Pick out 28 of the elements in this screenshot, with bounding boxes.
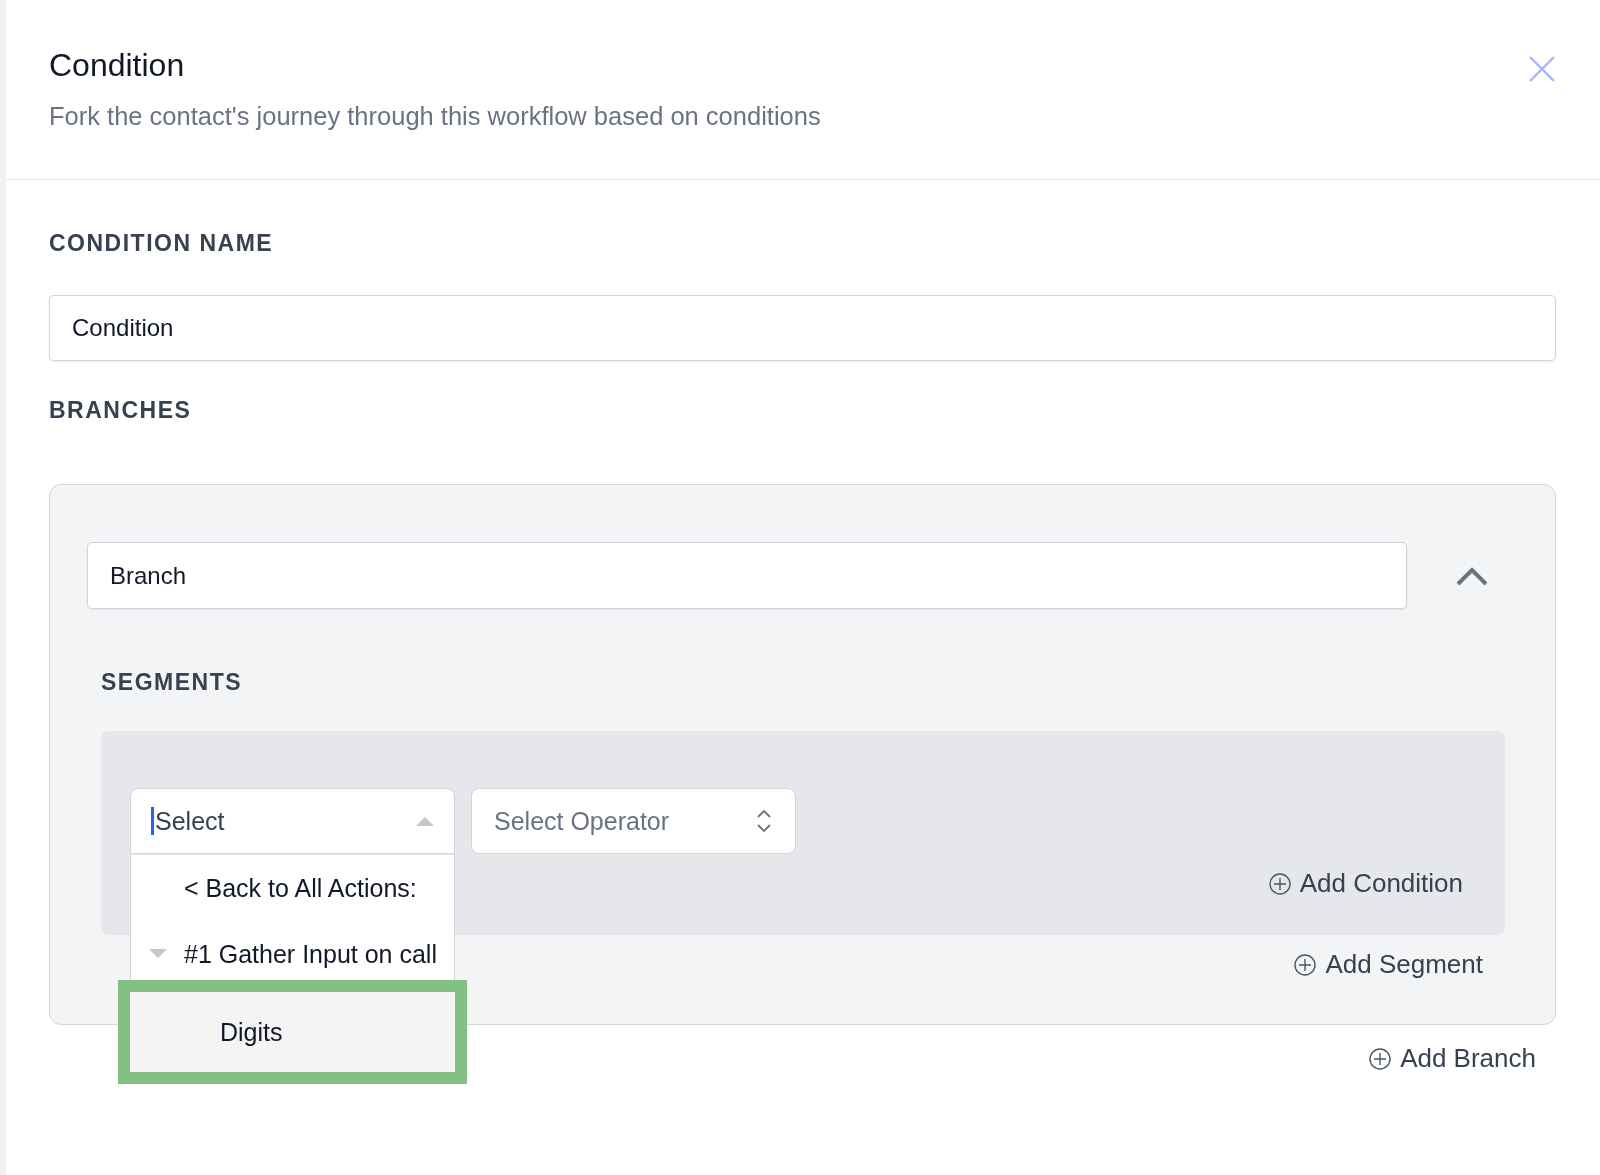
branch-name-field[interactable]: Branch xyxy=(87,542,1407,609)
triangle-down-icon xyxy=(149,949,167,959)
up-down-chevron-icon xyxy=(756,808,772,834)
plus-circle-icon xyxy=(1369,1047,1392,1070)
triangle-up-icon xyxy=(416,816,434,826)
chevron-up-icon xyxy=(1455,565,1489,586)
section-label: SEGMENTS xyxy=(101,669,244,696)
plus-circle-icon xyxy=(1294,953,1317,976)
close-icon xyxy=(1528,55,1556,83)
add-link[interactable]: Add Segment xyxy=(1294,949,1483,980)
section-label: CONDITION NAME xyxy=(49,230,275,257)
select-value: Select xyxy=(155,806,225,836)
option-label: < Back to All Actions: xyxy=(184,873,417,903)
text-cursor xyxy=(151,807,154,835)
dropdown-option[interactable]: < Back to All Actions: xyxy=(131,855,454,921)
condition-name-field[interactable]: Condition xyxy=(49,295,1556,361)
dropdown-option[interactable]: Digits xyxy=(118,980,467,1084)
section-label: BRANCHES xyxy=(49,397,193,424)
panel-subtitle: Fork the contact's journey through this workflow based on conditions xyxy=(49,102,821,131)
add-link[interactable]: Add Branch xyxy=(1369,1043,1536,1074)
plus-circle-icon xyxy=(1268,872,1291,895)
operator-select[interactable]: Select Operator xyxy=(471,788,796,854)
panel-title: Condition xyxy=(49,47,186,84)
option-label: Digits xyxy=(220,1017,283,1047)
collapse-button[interactable] xyxy=(1455,565,1489,586)
option-label: #1 Gather Input on call xyxy=(184,939,437,969)
add-link[interactable]: Add Condition xyxy=(1268,868,1463,899)
field-select[interactable]: Select xyxy=(130,788,455,854)
